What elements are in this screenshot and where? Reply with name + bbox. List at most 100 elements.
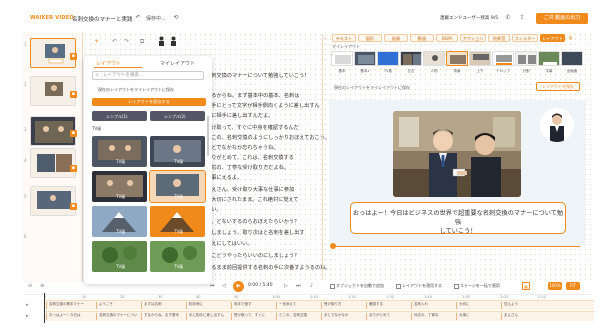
rewind-icon[interactable]: ◁ bbox=[222, 283, 226, 289]
slide-settings-icon[interactable]: ▪ bbox=[70, 91, 77, 98]
share-icon[interactable]: ⇪ bbox=[518, 14, 526, 22]
layout-option[interactable] bbox=[561, 51, 583, 66]
script-line[interactable]: 受け取って、すぐに中身を確認するんだ bbox=[206, 124, 299, 131]
preview-progress-handle[interactable] bbox=[330, 243, 336, 249]
subtitle-clip[interactable]: 大事に bbox=[456, 313, 501, 320]
script-line[interactable]: とこの、名刺交換のようにしっかりおぼえておこう。 bbox=[206, 134, 330, 141]
slide-settings-icon[interactable]: ▪ bbox=[70, 53, 77, 60]
script-line[interactable]: 相手にとって文字が相手側向くように差し出すん bbox=[206, 102, 320, 109]
skip-back-icon[interactable]: ⏮ bbox=[210, 283, 215, 289]
caption-box[interactable]: おっはよー！今日はビジネスの世界で超重要な名刺交換のマナーについて勉強 していこ… bbox=[350, 202, 566, 235]
layout-thumb[interactable]: TV風 bbox=[150, 206, 205, 237]
timeline-clip[interactable]: 確認する bbox=[366, 302, 411, 309]
subtitle-clip[interactable]: ありがとめて bbox=[366, 313, 411, 320]
scene-image[interactable] bbox=[393, 111, 521, 197]
slide-settings-icon[interactable]: ▪ bbox=[70, 130, 77, 137]
script-line[interactable]: 対応の、丁寧な受け取り方だよね。 bbox=[206, 164, 289, 171]
close-icon[interactable]: ✕ bbox=[568, 35, 573, 42]
script-line[interactable]: するからね。まず基本中の基本、名刺は bbox=[206, 92, 299, 99]
layout-thumb[interactable]: TV風 bbox=[92, 136, 147, 167]
script-line[interactable]: 大しましょう、取り次はと名刺を差し出す bbox=[206, 229, 305, 236]
layout-option[interactable] bbox=[354, 51, 376, 66]
layout-option[interactable] bbox=[331, 51, 353, 66]
forward-icon[interactable]: ▷ bbox=[284, 283, 288, 289]
subtitle-clip[interactable]: 名刺交換のマナーについ bbox=[96, 313, 141, 320]
script-line[interactable]: 大、どないするのらおぼえたらいかう？ bbox=[206, 218, 299, 225]
timeline-clip[interactable]: 一言添えて bbox=[276, 302, 321, 309]
subtitle-clip[interactable]: まえさん bbox=[501, 313, 546, 320]
play-button[interactable]: ▶ bbox=[233, 281, 244, 292]
playhead[interactable] bbox=[44, 293, 45, 323]
tab-filter[interactable]: フィルター bbox=[512, 34, 538, 42]
history-icon[interactable]: ⟲ bbox=[172, 14, 180, 22]
avatar-a-icon[interactable] bbox=[158, 36, 165, 48]
timeline-clip[interactable]: まずは名刺 bbox=[141, 302, 186, 309]
zoom-out-icon[interactable]: ⊖ bbox=[28, 283, 32, 289]
project-title[interactable]: 名刺交換のマナーと実践 bbox=[72, 15, 133, 23]
layout-thumb[interactable]: TV風 bbox=[150, 136, 205, 167]
track-expand-icon[interactable]: ▸ bbox=[26, 313, 29, 319]
script-line[interactable]: 名刺交換のマナーについて勉強していこう！ bbox=[206, 72, 309, 79]
slide-settings-icon[interactable]: ▪ bbox=[70, 203, 77, 210]
layout-thumb-selected[interactable]: TV風 bbox=[149, 170, 206, 203]
stage-apply-checkbox[interactable]: ステージを一括で適用 bbox=[454, 283, 500, 289]
layout-thumb[interactable]: TV風 bbox=[92, 171, 147, 202]
zoom-in-icon[interactable]: ⊕ bbox=[40, 283, 44, 289]
tab-sound[interactable]: 効果音 bbox=[488, 34, 510, 42]
layout-search-input[interactable]: レイアウトを検索... bbox=[92, 71, 204, 80]
subtitle-clip[interactable]: とこの、名刺交換 bbox=[276, 313, 321, 320]
app-logo[interactable]: WAIKER VIDEO bbox=[30, 15, 74, 21]
layout-apply-checkbox[interactable]: レイアウトを適用する bbox=[396, 283, 442, 289]
subtitle-clip[interactable]: 対応の、丁寧な bbox=[411, 313, 456, 320]
script-line[interactable]: とこどうやったらいいのにしましょう？ bbox=[206, 252, 299, 259]
subtitle-clip[interactable]: 受け取って、すぐに bbox=[231, 313, 276, 320]
tab-bgm[interactable]: BGM bbox=[436, 34, 458, 42]
script-line[interactable]: 手に相手に差し出すんだよ。 bbox=[206, 112, 273, 119]
tab-my-layout[interactable]: マイレイアウト bbox=[160, 60, 195, 67]
phone-icon[interactable]: ✆ bbox=[504, 14, 512, 22]
timeline-clip[interactable]: ようこそ bbox=[96, 302, 141, 309]
layout-option[interactable] bbox=[538, 51, 560, 66]
grid-icon[interactable]: ▦ bbox=[522, 282, 530, 290]
script-line[interactable]: するまま前回提供する名刺の手に次番すようるのね。 bbox=[206, 264, 331, 271]
save-layout-panel-button[interactable]: レイアウトを保存 bbox=[536, 82, 580, 91]
paste-icon[interactable]: ⧉ bbox=[140, 38, 144, 46]
subtitle-clip[interactable]: 手に相手に差し出すん bbox=[186, 313, 231, 320]
skip-forward-icon[interactable]: ⏭ bbox=[296, 283, 301, 289]
tab-shape[interactable]: 図形 bbox=[358, 34, 382, 42]
layout-option[interactable] bbox=[377, 51, 399, 66]
slide-thumb-4[interactable] bbox=[30, 148, 76, 178]
zoom-button[interactable]: 100% bbox=[548, 282, 562, 290]
tab-action[interactable]: アクション bbox=[460, 34, 486, 42]
track-expand-icon[interactable]: ▸ bbox=[26, 302, 29, 308]
undo-small-icon[interactable]: ↶ bbox=[112, 38, 117, 45]
timeline-clip[interactable]: 名刺交換の基本マナー bbox=[46, 302, 96, 309]
collapse-icon[interactable]: ‹ bbox=[324, 36, 326, 42]
script-line[interactable]: ありがとめて、これは、名刺交換する bbox=[206, 154, 294, 161]
undo-icon[interactable]: ↶ bbox=[134, 14, 142, 22]
auto-add-checkbox[interactable]: オブジェクトを自動で追加 bbox=[330, 283, 384, 289]
timeline-clip[interactable]: 両手で渡す bbox=[231, 302, 276, 309]
layout-option[interactable] bbox=[492, 51, 514, 66]
subtitle-clip[interactable]: あとでなかなか bbox=[321, 313, 366, 320]
popup-scrollbar[interactable] bbox=[207, 116, 209, 156]
subtitle-clip[interactable]: するからね。まず基本 bbox=[141, 313, 186, 320]
tab-image[interactable]: 画像 bbox=[384, 34, 408, 42]
tab-layout[interactable]: レイアウト bbox=[96, 60, 121, 67]
volume-icon[interactable]: ♪ bbox=[310, 283, 313, 289]
subtitle-clip[interactable]: おっはよー！今日は bbox=[46, 313, 96, 320]
tab-layout-panel[interactable]: レイアウト bbox=[540, 34, 565, 42]
script-line[interactable]: を大切にされたまま。これ絶対に覚えて bbox=[206, 196, 299, 203]
preview-progress-track[interactable] bbox=[332, 246, 580, 247]
layout-thumb[interactable]: TV風 bbox=[92, 241, 147, 272]
layout-thumb[interactable]: シンプル(2) bbox=[150, 111, 205, 121]
layout-thumb[interactable]: シンプル(1) bbox=[92, 111, 147, 121]
tab-text[interactable]: テキスト bbox=[332, 34, 356, 42]
avatar-b-icon[interactable] bbox=[170, 36, 177, 48]
layout-option[interactable] bbox=[515, 51, 537, 66]
export-button[interactable]: ご共 動画の出力 bbox=[536, 13, 588, 24]
slide-thumb-5[interactable] bbox=[30, 186, 76, 216]
save-layout-button[interactable]: レイアウトを保存する bbox=[92, 98, 206, 106]
timeline-clip[interactable]: 受け取り方 bbox=[321, 302, 366, 309]
layout-option[interactable] bbox=[400, 51, 422, 66]
